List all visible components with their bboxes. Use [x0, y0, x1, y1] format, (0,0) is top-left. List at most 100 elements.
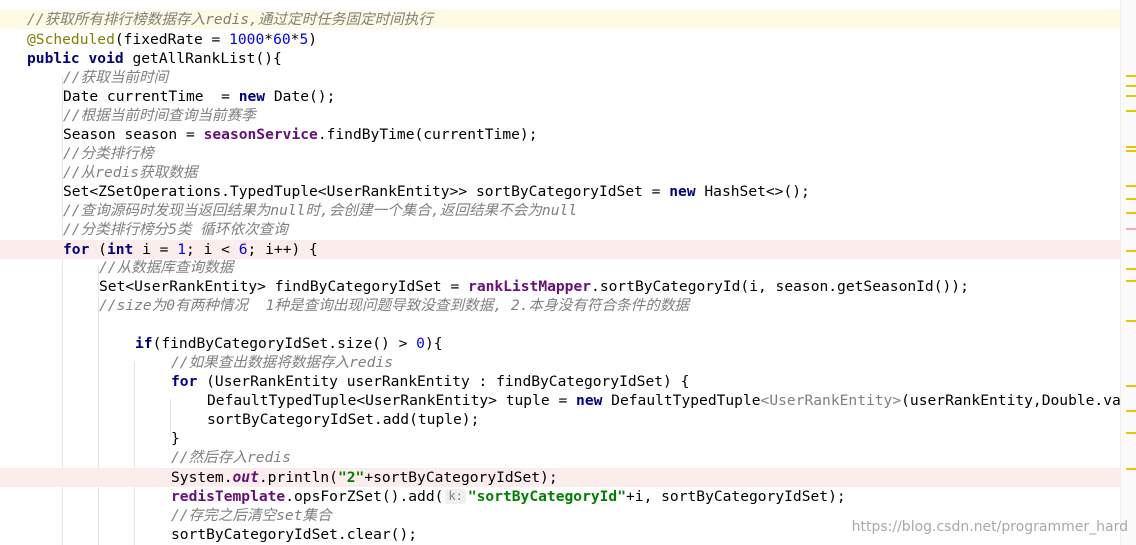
- warning-marker[interactable]: [1126, 95, 1136, 97]
- code-editor[interactable]: //获取所有排行榜数据存入redis,通过定时任务固定时间执行 @Schedul…: [0, 0, 1120, 545]
- code-line[interactable]: if(findByCategoryIdSet.size() > 0){: [0, 334, 1120, 353]
- code-text: Set<UserRankEntity> findByCategoryIdSet …: [99, 278, 469, 295]
- number-literal: 1000: [229, 31, 265, 48]
- code-line[interactable]: //获取所有排行榜数据存入redis,通过定时任务固定时间执行: [0, 10, 1120, 29]
- code-text: (: [89, 241, 107, 258]
- code-text: ; i++) {: [247, 241, 318, 258]
- code-line[interactable]: Season season = seasonService.findByTime…: [0, 125, 1120, 144]
- code-text: +sortByCategoryIdSet);: [364, 469, 558, 486]
- parameter-hint: k:: [445, 489, 466, 504]
- warning-marker[interactable]: [1126, 410, 1136, 412]
- code-text: DefaultTypedTuple: [602, 392, 761, 409]
- keyword-token: int: [106, 241, 134, 258]
- code-line[interactable]: sortByCategoryIdSet.add(tuple);: [0, 410, 1120, 429]
- number-literal: 1: [177, 241, 187, 258]
- code-line[interactable]: //如果查出数据将数据存入redis: [0, 353, 1120, 372]
- code-text: ; i <: [186, 241, 239, 258]
- keyword-token: public: [27, 50, 80, 67]
- code-line[interactable]: //size为0有两种情况 1种是查询出现问题导致没查到数据, 2.本身没有符合…: [0, 296, 1120, 315]
- code-text: .opsForZSet().add(: [285, 488, 444, 505]
- warning-marker[interactable]: [1126, 150, 1136, 152]
- code-comment: //然后存入redis: [171, 449, 291, 466]
- code-text: (userRankEntity,Double.value: [901, 392, 1120, 409]
- string-literal: "2": [337, 469, 365, 486]
- code-text: Date();: [265, 88, 336, 105]
- warning-marker[interactable]: [1126, 212, 1136, 214]
- code-line[interactable]: DefaultTypedTuple<UserRankEntity> tuple …: [0, 391, 1120, 410]
- code-text: sortByCategoryIdSet.clear();: [171, 526, 418, 543]
- code-text: .findByTime(currentTime);: [317, 126, 538, 143]
- code-comment: //存完之后清空set集合: [171, 507, 332, 524]
- code-comment: //如果查出数据将数据存入redis: [171, 354, 394, 371]
- keyword-token: void: [88, 50, 124, 67]
- field-token: redisTemplate: [171, 488, 286, 505]
- keyword-token: new: [576, 392, 603, 409]
- code-text: .sortByCategoryId(i, season.getSeasonId(…: [591, 278, 969, 295]
- keyword-token: for: [171, 373, 198, 390]
- code-comment: //分类排行榜: [63, 145, 154, 162]
- code-line[interactable]: public void getAllRankList(){: [0, 49, 1120, 68]
- number-literal: 0: [416, 335, 425, 352]
- keyword-token: if: [135, 335, 153, 352]
- code-text: System.: [171, 469, 233, 486]
- code-line[interactable]: //分类排行榜分5类 循环依次查询: [0, 220, 1120, 239]
- code-line[interactable]: //然后存入redis: [0, 448, 1120, 467]
- code-line[interactable]: for (UserRankEntity userRankEntity : fin…: [0, 372, 1120, 391]
- code-line[interactable]: redisTemplate.opsForZSet().add(k: "sortBy…: [0, 487, 1120, 506]
- warning-marker[interactable]: [1126, 110, 1136, 112]
- code-line[interactable]: for (int i = 1; i < 6; i++) {: [0, 240, 1120, 259]
- warning-marker[interactable]: [1126, 385, 1136, 387]
- code-text: DefaultTypedTuple<UserRankEntity> tuple …: [207, 392, 577, 409]
- field-token: rankListMapper: [468, 278, 592, 295]
- keyword-token: new: [238, 88, 266, 105]
- number-literal: 6: [238, 241, 248, 258]
- warning-marker[interactable]: [1126, 432, 1136, 434]
- warning-marker[interactable]: [1126, 468, 1136, 470]
- code-text: i =: [133, 241, 178, 258]
- code-line[interactable]: }: [0, 429, 1120, 448]
- code-text: }: [171, 430, 180, 447]
- code-text: HashSet<>();: [695, 183, 810, 200]
- code-text: (findByCategoryIdSet.size() >: [152, 335, 417, 352]
- code-line[interactable]: System.out.println("2"+sortByCategoryIdS…: [0, 468, 1120, 487]
- code-line[interactable]: Set<UserRankEntity> findByCategoryIdSet …: [0, 277, 1120, 296]
- warning-marker[interactable]: [1126, 280, 1136, 282]
- warning-marker[interactable]: [1126, 75, 1136, 77]
- number-literal: 5: [299, 31, 309, 48]
- code-line[interactable]: //从redis获取数据: [0, 163, 1120, 182]
- code-line[interactable]: Set<ZSetOperations.TypedTuple<UserRankEn…: [0, 182, 1120, 201]
- code-text: sortByCategoryIdSet.add(tuple);: [207, 411, 480, 428]
- code-comment: //从数据库查询数据: [99, 259, 234, 276]
- warning-marker[interactable]: [1126, 320, 1136, 322]
- code-comment: //根据当前时间查询当前赛季: [63, 107, 256, 124]
- error-stripe[interactable]: [1120, 0, 1136, 545]
- code-line[interactable]: //从数据库查询数据: [0, 258, 1120, 277]
- warning-marker[interactable]: [1126, 268, 1136, 270]
- code-line[interactable]: //根据当前时间查询当前赛季: [0, 106, 1120, 125]
- code-text: Date currentTime =: [63, 88, 239, 105]
- code-text: getAllRankList(){: [123, 50, 282, 67]
- code-text: (fixedRate =: [114, 31, 230, 48]
- warning-marker[interactable]: [1126, 85, 1136, 87]
- warning-marker[interactable]: [1126, 146, 1136, 148]
- error-marker[interactable]: [1126, 228, 1136, 230]
- warning-marker[interactable]: [1126, 198, 1136, 200]
- code-line[interactable]: //查询源码时发现当返回结果为null时,会创建一个集合,返回结果不会为null: [0, 201, 1120, 220]
- code-line[interactable]: Date currentTime = new Date();: [0, 87, 1120, 106]
- warning-marker[interactable]: [1126, 250, 1136, 252]
- code-line[interactable]: //获取当前时间: [0, 68, 1120, 87]
- warning-marker[interactable]: [1126, 185, 1136, 187]
- redundant-generic-token: <UserRankEntity>: [760, 392, 902, 409]
- field-token: seasonService: [203, 126, 318, 143]
- code-line[interactable]: //分类排行榜: [0, 144, 1120, 163]
- keyword-token: for: [63, 241, 90, 258]
- number-literal: 60: [273, 31, 291, 48]
- keyword-token: new: [669, 183, 696, 200]
- code-line[interactable]: @Scheduled(fixedRate = 1000*60*5): [0, 30, 1120, 49]
- string-literal: "sortByCategoryId": [467, 488, 626, 505]
- code-comment: //从redis获取数据: [63, 164, 198, 181]
- annotation-token: @Scheduled: [27, 31, 115, 48]
- static-field-token: out: [232, 469, 259, 486]
- code-comment: //查询源码时发现当返回结果为null时,会创建一个集合,返回结果不会为null: [63, 202, 578, 219]
- code-comment: //size为0有两种情况 1种是查询出现问题导致没查到数据, 2.本身没有符合…: [99, 297, 690, 314]
